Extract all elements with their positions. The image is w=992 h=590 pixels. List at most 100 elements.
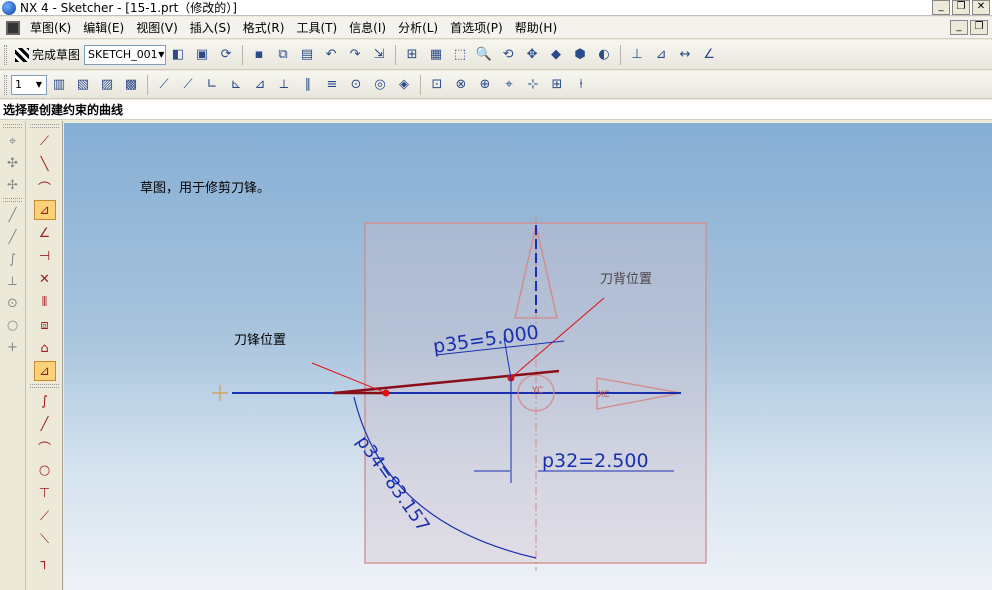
constraint-7-icon[interactable]: ∥: [298, 75, 318, 95]
orient-view-icon[interactable]: ◧: [168, 45, 188, 65]
fit-icon[interactable]: ⊞: [402, 45, 422, 65]
circle-draw-icon[interactable]: ○: [34, 460, 56, 480]
zoom-window-icon[interactable]: ▦: [426, 45, 446, 65]
layer-visible-icon[interactable]: ▧: [73, 75, 93, 95]
layer-value: 1: [15, 78, 22, 91]
update-model-icon[interactable]: ⟳: [216, 45, 236, 65]
rotate-icon[interactable]: ⟲: [498, 45, 518, 65]
menu-edit[interactable]: 编辑(E): [77, 19, 130, 36]
menu-bar: 草图(K) 编辑(E) 视图(V) 插入(S) 格式(R) 工具(T) 信息(I…: [0, 17, 992, 39]
snap-icon[interactable]: ✣: [2, 153, 24, 173]
view-cube-icon[interactable]: ⬢: [570, 45, 590, 65]
spline-tool-icon[interactable]: ∫: [34, 391, 56, 411]
circle-icon[interactable]: ○: [2, 315, 24, 335]
render-style-icon[interactable]: ◐: [594, 45, 614, 65]
save-icon[interactable]: ▪: [249, 45, 269, 65]
project-tool-icon[interactable]: ⌂: [34, 338, 56, 358]
menu-view[interactable]: 视图(V): [130, 19, 184, 36]
menu-sketch[interactable]: 草图(K): [24, 19, 77, 36]
zoom-region-icon[interactable]: ⬚: [450, 45, 470, 65]
constraint-2-icon[interactable]: ⟋: [178, 75, 198, 95]
constraint-3-icon[interactable]: ∟: [202, 75, 222, 95]
menu-preferences[interactable]: 首选项(P): [444, 19, 509, 36]
arc-draw-icon[interactable]: ⌒: [34, 437, 56, 457]
constraint-11-icon[interactable]: ◈: [394, 75, 414, 95]
profile-icon[interactable]: ⟋: [34, 131, 56, 151]
circle-center-icon[interactable]: ⊙: [2, 293, 24, 313]
doc-restore-button[interactable]: ❐: [970, 20, 988, 35]
crosshair-icon[interactable]: +: [2, 337, 24, 357]
mirror-tool-icon[interactable]: ⫴: [34, 292, 56, 312]
select-filter-icon[interactable]: ⇲: [369, 45, 389, 65]
document-icon[interactable]: [6, 20, 20, 35]
constraint-4-icon[interactable]: ⊾: [226, 75, 246, 95]
curve-icon[interactable]: ∫: [2, 249, 24, 269]
point-icon[interactable]: ⌖: [2, 131, 24, 151]
sketch-tool-3-icon[interactable]: ⊕: [475, 75, 495, 95]
line-draw-icon[interactable]: ╱: [34, 414, 56, 434]
toolbar-grip-2[interactable]: [4, 74, 7, 95]
constraint-9-icon[interactable]: ⊙: [346, 75, 366, 95]
doc-minimize-button[interactable]: _: [950, 20, 968, 35]
arc-tool-icon[interactable]: ⌒: [34, 177, 56, 197]
minimize-button[interactable]: _: [932, 0, 950, 15]
sketch-name-select[interactable]: SKETCH_001 ▼: [84, 44, 167, 65]
sketch-tool-1-icon[interactable]: ⊡: [427, 75, 447, 95]
intersect-icon[interactable]: ✢: [2, 175, 24, 195]
close-button[interactable]: ✕: [972, 0, 990, 15]
sketch-tool-6-icon[interactable]: ⊞: [547, 75, 567, 95]
trim-draw-icon[interactable]: ⊤: [34, 483, 56, 503]
corner-draw-icon[interactable]: ⟋: [34, 506, 56, 526]
line-icon[interactable]: ╱: [2, 205, 24, 225]
constraint-8-icon[interactable]: ≡: [322, 75, 342, 95]
measure-icon[interactable]: ↔: [675, 45, 695, 65]
paste-icon[interactable]: ▤: [297, 45, 317, 65]
offset-tool-icon[interactable]: ⧈: [34, 315, 56, 335]
copy-icon[interactable]: ⧉: [273, 45, 293, 65]
menu-info[interactable]: 信息(I): [343, 19, 392, 36]
copy-to-layer-icon[interactable]: ▩: [121, 75, 141, 95]
angle-icon[interactable]: ∠: [699, 45, 719, 65]
menu-analysis[interactable]: 分析(L): [392, 19, 444, 36]
line-tool-icon[interactable]: ╲: [34, 154, 56, 174]
restore-button[interactable]: ❐: [952, 0, 970, 15]
constraint-tool-icon[interactable]: ⊿: [33, 361, 56, 381]
finish-sketch-button[interactable]: 完成草图: [11, 46, 84, 63]
sketch-tool-4-icon[interactable]: ⌖: [499, 75, 519, 95]
line-2-icon[interactable]: ╱: [2, 227, 24, 247]
layer-select[interactable]: 1 ▼: [11, 74, 47, 95]
constraint-5-icon[interactable]: ⊿: [250, 75, 270, 95]
menu-tools[interactable]: 工具(T): [290, 19, 343, 36]
dimension-p32[interactable]: p32=2.500: [542, 450, 649, 472]
chevron-down-icon: ▼: [35, 80, 43, 89]
reattach-icon[interactable]: ▣: [192, 45, 212, 65]
move-to-layer-icon[interactable]: ▨: [97, 75, 117, 95]
rect-draw-icon[interactable]: ┐: [34, 552, 56, 572]
fillet-tool-icon[interactable]: ∠: [34, 223, 56, 243]
layer-settings-icon[interactable]: ▥: [49, 75, 69, 95]
pan-icon[interactable]: ✥: [522, 45, 542, 65]
trim-tool-icon[interactable]: ⊣: [34, 246, 56, 266]
menu-format[interactable]: 格式(R): [237, 19, 291, 36]
sketch-tool-5-icon[interactable]: ⊹: [523, 75, 543, 95]
undo-icon[interactable]: ↶: [321, 45, 341, 65]
shaded-icon[interactable]: ◆: [546, 45, 566, 65]
constraint-6-icon[interactable]: ⟂: [274, 75, 294, 95]
constraint-1-icon[interactable]: ⟋: [154, 75, 174, 95]
wcs-icon[interactable]: ⊥: [627, 45, 647, 65]
zoom-icon[interactable]: 🔍: [474, 45, 494, 65]
constraint-10-icon[interactable]: ◎: [370, 75, 390, 95]
sketch-tool-2-icon[interactable]: ⊗: [451, 75, 471, 95]
menu-help[interactable]: 帮助(H): [509, 19, 563, 36]
redo-icon[interactable]: ↷: [345, 45, 365, 65]
dimension-tool-icon[interactable]: ⊿: [33, 200, 56, 220]
sketch-toolbar: 完成草图 SKETCH_001 ▼ ◧ ▣ ⟳ ▪ ⧉ ▤ ↶ ↷ ⇲ ⊞ ▦ …: [0, 40, 992, 70]
menu-insert[interactable]: 插入(S): [184, 19, 237, 36]
wcs-rotate-icon[interactable]: ⊿: [651, 45, 671, 65]
tangent-icon[interactable]: ⟂: [2, 271, 24, 291]
toolbar-grip[interactable]: [4, 44, 7, 65]
sketch-tool-7-icon[interactable]: ⍿: [571, 75, 591, 95]
graphics-window[interactable]: 草图，用于修剪刀锋。 刀锋位置 刀背位置 XC YC p35=5.000 p32…: [64, 123, 992, 590]
chamfer-draw-icon[interactable]: ⟍: [34, 529, 56, 549]
extend-tool-icon[interactable]: ✕: [34, 269, 56, 289]
